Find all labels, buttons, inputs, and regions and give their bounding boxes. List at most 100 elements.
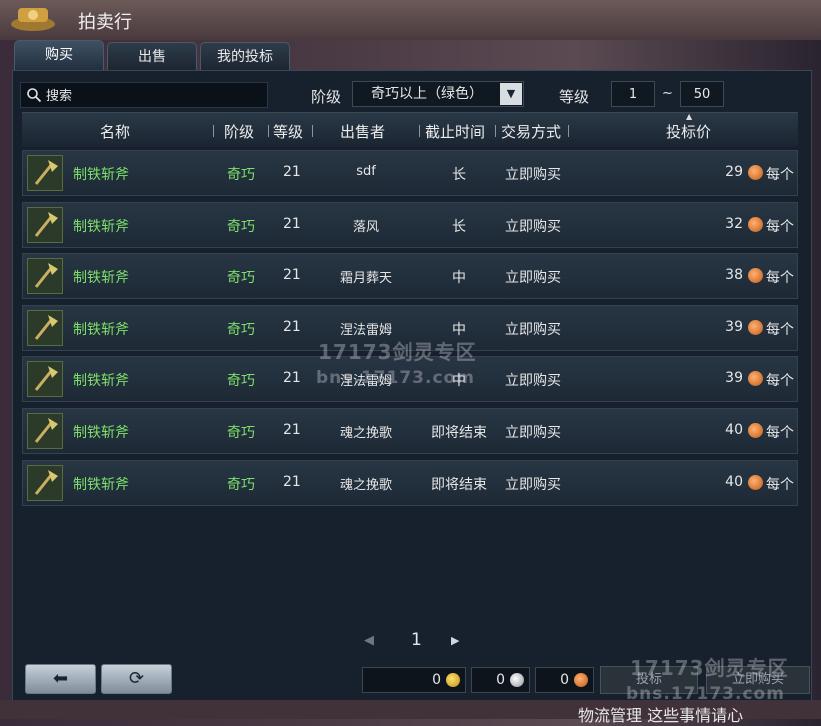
table-row[interactable]: 制铁斩斧 奇巧 21 魂之挽歌 即将结束 立即购买 40 每个 (22, 408, 798, 454)
item-trade-type: 立即购买 (505, 477, 561, 493)
copper-coin-icon (748, 320, 763, 335)
grade-select[interactable]: 奇巧以上（绿色） ▼ (352, 81, 524, 107)
item-price-unit: 每个 (766, 270, 794, 286)
item-level: 21 (283, 319, 301, 335)
item-level: 21 (283, 474, 301, 490)
axe-item-icon (27, 207, 63, 243)
item-deadline: 长 (452, 167, 466, 183)
money-silver: 0 (471, 667, 530, 693)
col-divider (213, 125, 214, 137)
item-level: 21 (283, 267, 301, 283)
column-header-bar: 名称 阶级 等级 出售者 截止时间 交易方式 投标价 ▲ (22, 112, 798, 147)
grade-filter-label: 阶级 (311, 88, 342, 106)
tab-buy-label: 购买 (45, 47, 73, 63)
col-price[interactable]: 投标价 (666, 121, 711, 142)
axe-item-icon (27, 465, 63, 501)
item-price: 29 (725, 164, 743, 180)
col-divider (495, 125, 496, 137)
col-deadline[interactable]: 截止时间 (425, 121, 485, 142)
money-silver-value: 0 (496, 672, 505, 688)
money-copper: 0 (535, 667, 594, 693)
next-page-icon[interactable]: ▶ (451, 634, 459, 647)
money-copper-value: 0 (560, 672, 569, 688)
level-min-input[interactable] (611, 81, 655, 107)
window-title: 拍卖行 (78, 12, 132, 33)
item-trade-type: 立即购买 (505, 425, 561, 441)
copper-coin-icon (748, 371, 763, 386)
item-name: 制铁斩斧 (73, 322, 129, 338)
item-deadline: 即将结束 (431, 477, 487, 493)
table-row[interactable]: 制铁斩斧 奇巧 21 落风 长 立即购买 32 每个 (22, 202, 798, 248)
tab-buy[interactable]: 购买 (14, 40, 104, 70)
item-name: 制铁斩斧 (73, 373, 129, 389)
col-grade[interactable]: 阶级 (224, 121, 254, 142)
item-seller: 魂之挽歌 (339, 426, 392, 441)
item-name: 制铁斩斧 (73, 477, 129, 493)
tab-my-bids-label: 我的投标 (217, 49, 273, 65)
axe-item-icon (27, 258, 63, 294)
item-level: 21 (283, 164, 301, 180)
copper-coin-icon (748, 165, 763, 180)
prev-page-icon[interactable]: ◀ (364, 633, 374, 648)
item-seller: 落风 (352, 220, 379, 235)
item-price: 40 (725, 422, 743, 438)
watermark-url: bns.17173.com (316, 368, 475, 388)
item-price: 38 (725, 267, 743, 283)
col-divider (568, 125, 569, 137)
item-price: 40 (725, 474, 743, 490)
chevron-down-icon[interactable]: ▼ (500, 83, 522, 105)
level-range-separator: ~ (662, 86, 673, 101)
item-grade: 奇巧 (227, 425, 255, 441)
tab-my-bids[interactable]: 我的投标 (200, 42, 290, 70)
axe-item-icon (27, 155, 63, 191)
item-deadline: 中 (452, 270, 466, 286)
item-grade: 奇巧 (227, 167, 255, 183)
search-input[interactable] (44, 85, 268, 107)
item-name: 制铁斩斧 (73, 270, 129, 286)
item-grade: 奇巧 (227, 477, 255, 493)
item-level: 21 (283, 422, 301, 438)
item-seller: 霜月葬天 (339, 271, 392, 286)
item-grade: 奇巧 (227, 322, 255, 338)
watermark-text: 17173剑灵专区 (318, 340, 477, 364)
item-price: 39 (725, 370, 743, 386)
item-seller: sdf (356, 164, 376, 179)
item-price: 32 (725, 216, 743, 232)
item-price-unit: 每个 (766, 477, 794, 493)
col-divider (268, 125, 269, 137)
table-row[interactable]: 制铁斩斧 奇巧 21 霜月葬天 中 立即购买 38 每个 (22, 253, 798, 299)
item-price-unit: 每个 (766, 219, 794, 235)
search-icon (27, 88, 42, 103)
table-row[interactable]: 制铁斩斧 奇巧 21 sdf 长 立即购买 29 每个 (22, 150, 798, 196)
tab-sell[interactable]: 出售 (107, 42, 197, 70)
item-price-unit: 每个 (766, 167, 794, 183)
copper-coin-icon (748, 217, 763, 232)
col-level[interactable]: 等级 (273, 121, 303, 142)
table-row[interactable]: 制铁斩斧 奇巧 21 魂之挽歌 即将结束 立即购买 40 每个 (22, 460, 798, 506)
item-trade-type: 立即购买 (505, 373, 561, 389)
item-grade: 奇巧 (227, 270, 255, 286)
axe-item-icon (27, 413, 63, 449)
item-price: 39 (725, 319, 743, 335)
col-seller[interactable]: 出售者 (340, 121, 385, 142)
item-seller: 魂之挽歌 (339, 478, 392, 493)
refresh-button[interactable]: ⟳ (101, 664, 172, 694)
title-bar: 拍卖行 (0, 0, 821, 38)
sort-arrow-icon: ▲ (686, 112, 693, 121)
item-deadline: 即将结束 (431, 425, 487, 441)
arrow-left-icon: ⬅ (52, 668, 69, 689)
item-trade-type: 立即购买 (505, 270, 561, 286)
money-gold-value: 0 (432, 672, 441, 688)
col-trade[interactable]: 交易方式 (501, 121, 561, 142)
copper-coin-icon (748, 475, 763, 490)
col-name[interactable]: 名称 (100, 121, 130, 142)
item-grade: 奇巧 (227, 219, 255, 235)
item-price-unit: 每个 (766, 373, 794, 389)
item-price-unit: 每个 (766, 322, 794, 338)
axe-item-icon (27, 361, 63, 397)
back-button[interactable]: ⬅ (25, 664, 96, 694)
page-number: 1 (411, 630, 422, 650)
search-box[interactable] (20, 82, 268, 108)
gold-coin-icon (446, 673, 460, 687)
level-max-input[interactable] (680, 81, 724, 107)
